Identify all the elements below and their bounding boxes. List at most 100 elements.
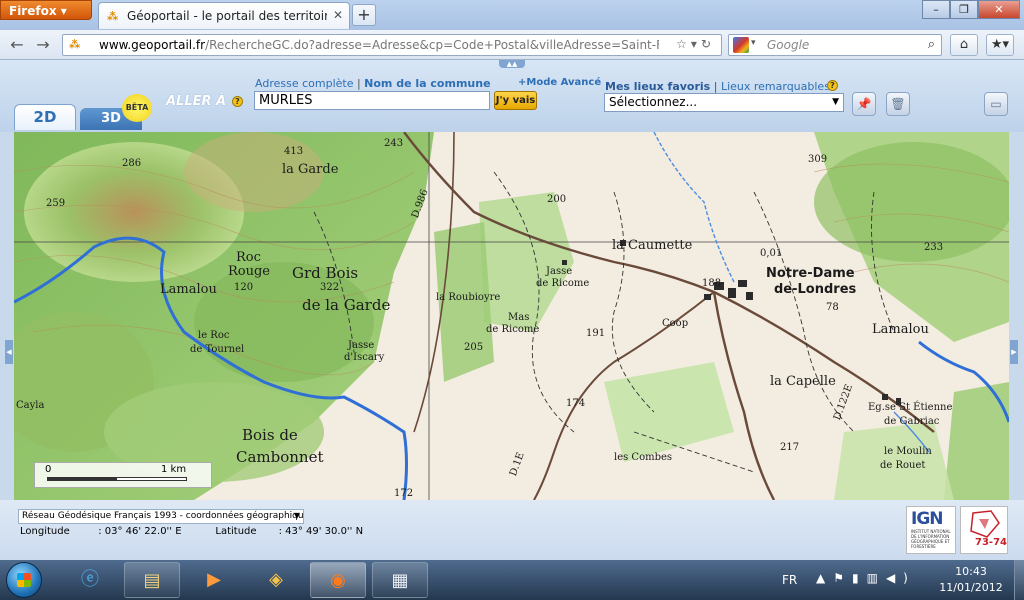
trash-icon: 🗑 xyxy=(890,97,906,111)
back-arrow-icon[interactable]: ← xyxy=(6,35,28,55)
show-hidden-icons-icon[interactable]: ▲ xyxy=(816,571,833,585)
media-player-taskbar-icon[interactable]: ▶ xyxy=(186,562,242,598)
collapse-toolbar-handle[interactable]: ▲▲ xyxy=(499,60,525,68)
bookmarks-button[interactable]: ★▾ xyxy=(986,34,1014,56)
label-les-combes: les Combes xyxy=(614,452,673,463)
projection-value: Réseau Géodésique Français 1993 - coordo… xyxy=(22,511,304,521)
firefox-menu-button[interactable]: Firefox ▾ xyxy=(0,0,92,20)
search-icon[interactable]: ⌕ xyxy=(928,37,935,52)
alt-120: 120 xyxy=(234,282,254,293)
alt-413: 413 xyxy=(284,146,304,157)
alt-78: 78 xyxy=(826,302,839,313)
bookmark-star-icon[interactable]: ☆ xyxy=(676,37,691,51)
projection-select[interactable]: Réseau Géodésique Français 1993 - coordo… xyxy=(18,509,304,524)
longitude-value: : 03° 46' 22.0'' E xyxy=(98,526,182,537)
goto-help-icon[interactable]: ? xyxy=(232,96,243,107)
favorites-help-icon[interactable]: ? xyxy=(827,80,838,91)
label-jasse-ricome-1: Jasse xyxy=(546,266,573,277)
screen: Firefox ▾ ⁂ Géoportail - le portail des … xyxy=(0,0,1024,600)
browser-tab[interactable]: ⁂ Géoportail - le portail des territoire… xyxy=(98,2,350,29)
document-taskbar-icon[interactable]: ▦ xyxy=(372,562,428,598)
url-path: /RechercheGC.do?adresse=Adresse&cp=Code+… xyxy=(205,38,659,52)
tab-close-icon[interactable]: ✕ xyxy=(333,8,343,22)
map-viewport[interactable]: 413 la Garde 286 259 243 Roc Rouge 120 G… xyxy=(14,132,1009,500)
favorites-select[interactable]: Sélectionnez... ▼ xyxy=(604,93,844,112)
flag-icon[interactable]: ⚑ xyxy=(833,571,852,585)
latitude-value: : 43° 49' 30.0'' N xyxy=(278,526,364,537)
volume-icon[interactable]: ◀) xyxy=(886,571,916,585)
alt-205: 205 xyxy=(464,342,484,353)
windows-taskbar: ⓔ ▤ ▶ ◈ ◉ ▦ FR ▲⚑▮▥◀) 10:43 11/01/2012 xyxy=(0,560,1024,600)
alt-286: 286 xyxy=(122,158,142,169)
google-engine-icon[interactable] xyxy=(733,37,749,53)
add-favorite-button[interactable]: 📌 xyxy=(852,92,876,116)
label-le-roc-2: de Tournel xyxy=(190,344,245,355)
beta-badge: BÊTA xyxy=(122,94,152,122)
internet-explorer-taskbar-icon[interactable]: ⓔ xyxy=(62,562,118,598)
label-jasse-iscary-1: Jasse xyxy=(348,340,375,351)
tab-2d[interactable]: 2D xyxy=(14,104,76,130)
firefox-taskbar-icon[interactable]: ◉ xyxy=(310,562,366,598)
url-host: www.geoportail.fr xyxy=(99,38,206,52)
label-la-roubioyre: la Roubioyre xyxy=(436,292,501,303)
ign-logo-text: IGN xyxy=(911,509,944,529)
alt-322: 322 xyxy=(320,282,340,293)
battery-icon[interactable]: ▮ xyxy=(852,571,867,585)
my-favorites-link[interactable]: Mes lieux favoris xyxy=(605,80,710,93)
forward-arrow-icon[interactable]: → xyxy=(32,35,54,55)
coordinates-panel: Réseau Géodésique Français 1993 - coordo… xyxy=(0,500,1024,560)
address-link-separator: | xyxy=(353,77,365,90)
left-panel-handle[interactable]: ◀ xyxy=(5,340,13,364)
label-lamalou-west: Lamalou xyxy=(160,282,217,297)
favorites-separator: | xyxy=(710,80,721,93)
label-jasse-iscary-2: d'Iscary xyxy=(344,352,385,363)
remarkable-places-link[interactable]: Lieux remarquables xyxy=(721,80,830,93)
tab-title: Géoportail - le portail des territoires … xyxy=(127,9,327,23)
new-tab-button[interactable]: + xyxy=(352,4,376,26)
search-bar[interactable]: ▾ Google ⌕ xyxy=(728,34,942,56)
scale-one-km: 1 km xyxy=(161,464,187,475)
language-indicator[interactable]: FR xyxy=(782,573,797,587)
explorer-taskbar-icon[interactable]: ▤ xyxy=(124,562,180,598)
network-icon[interactable]: ▥ xyxy=(867,571,886,585)
show-desktop-button[interactable] xyxy=(1014,560,1024,600)
system-clock[interactable]: 10:43 11/01/2012 xyxy=(936,564,1006,596)
close-window-button[interactable]: ✕ xyxy=(978,0,1020,19)
partner-logo-shape xyxy=(970,510,1000,538)
app-taskbar-icon[interactable]: ◈ xyxy=(248,562,304,598)
start-button[interactable] xyxy=(6,562,42,598)
engine-dropdown-icon[interactable]: ▾ xyxy=(751,38,756,48)
home-button[interactable]: ⌂ xyxy=(950,34,978,56)
ign-logo[interactable]: IGN INSTITUT NATIONAL DE L'INFORMATION G… xyxy=(906,506,956,554)
notre-dame-point: 0,01 xyxy=(760,248,783,259)
label-le-roc-1: le Roc xyxy=(198,330,230,341)
browser-titlebar: Firefox ▾ ⁂ Géoportail - le portail des … xyxy=(0,0,1024,30)
address-input[interactable]: MURLES xyxy=(254,91,490,110)
label-bois-gambonnet-1: Bois de xyxy=(242,426,298,444)
label-roc-rouge-2: Rouge xyxy=(228,264,271,279)
full-address-link[interactable]: Adresse complète xyxy=(255,77,353,90)
label-jasse-ricome-2: de Ricome xyxy=(536,278,590,289)
site-identity-icon: ⁂ xyxy=(69,38,81,51)
geoportail-partner-logo[interactable]: 73-74 xyxy=(960,506,1008,554)
alt-172: 172 xyxy=(394,488,414,499)
windows-logo-icon xyxy=(17,573,31,587)
commune-name-link[interactable]: Nom de la commune xyxy=(364,77,490,90)
coordinates-readout: Longitude : 03° 46' 22.0'' E Latitude : … xyxy=(20,526,363,537)
display-options-button[interactable]: ▭ xyxy=(984,92,1008,116)
delete-favorite-button[interactable]: 🗑 xyxy=(886,92,910,116)
window-controls: – ❐ ✕ xyxy=(922,0,1020,20)
alt-259: 259 xyxy=(46,198,66,209)
history-dropdown-icon[interactable]: ▾ xyxy=(691,37,701,51)
go-button[interactable]: J'y vais xyxy=(494,91,537,110)
ign-logo-subtitle: INSTITUT NATIONAL DE L'INFORMATION GÉOGR… xyxy=(911,529,951,549)
goto-label: ALLER À xyxy=(166,94,227,109)
maximize-button[interactable]: ❐ xyxy=(950,0,978,19)
label-coop: Coop xyxy=(662,318,689,329)
reload-icon[interactable]: ↻ xyxy=(701,37,715,51)
url-bar[interactable]: ⁂ www.geoportail.fr/RechercheGC.do?adres… xyxy=(62,34,722,56)
advanced-mode-link[interactable]: +Mode Avancé xyxy=(518,77,601,88)
label-la-garde: la Garde xyxy=(282,162,339,177)
right-panel-handle[interactable]: ▶ xyxy=(1010,340,1018,364)
minimize-button[interactable]: – xyxy=(922,0,950,19)
